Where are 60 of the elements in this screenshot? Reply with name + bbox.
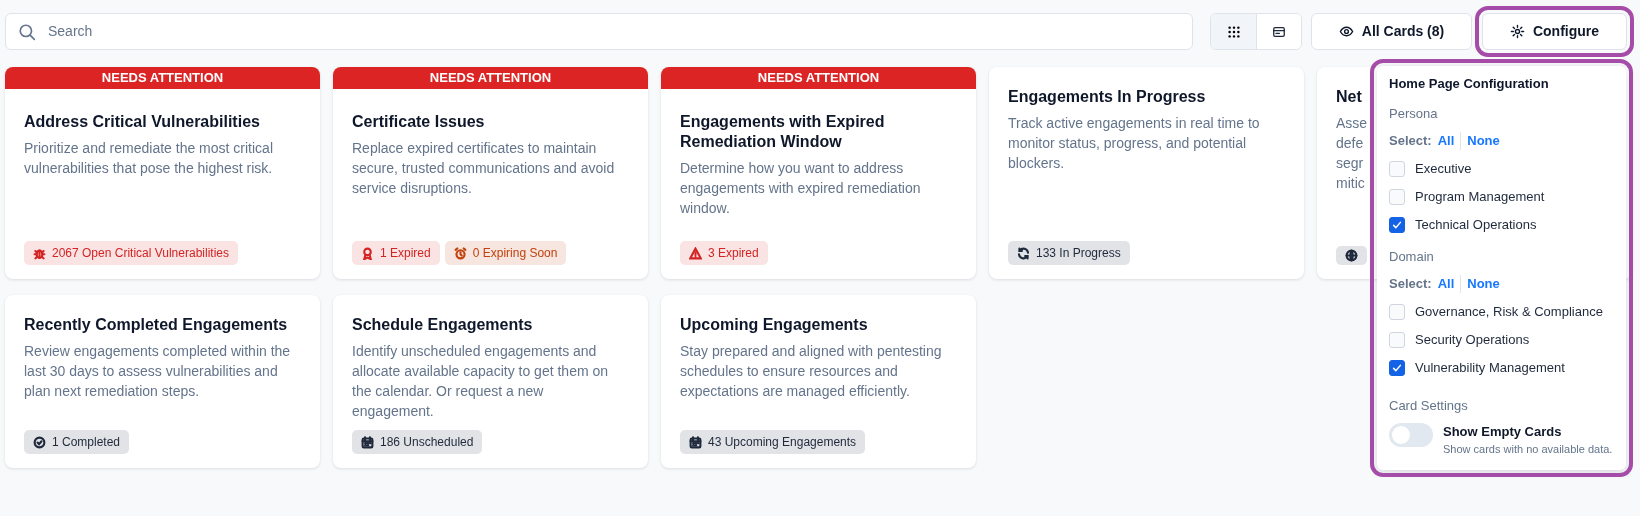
toggle-hint: Show cards with no available data. xyxy=(1443,442,1613,457)
card-description: Review engagements completed within the last 30 days to assess vulnerabilities and plan next remediation steps. xyxy=(24,342,292,401)
status-badge: 3 Expired xyxy=(680,241,768,265)
toggle-switch[interactable] xyxy=(1389,423,1433,447)
checkbox[interactable] xyxy=(1389,359,1405,376)
card-icon xyxy=(1272,24,1286,39)
card-description: Track active engagements in real time to monitor status, progress, and potential blockers. xyxy=(1008,114,1261,173)
checkbox-label: Program Management xyxy=(1415,187,1545,206)
checkbox-label: Executive xyxy=(1415,159,1472,178)
card-title: Engagements In Progress xyxy=(1008,87,1207,107)
status-badge: 43 Upcoming Engagements xyxy=(680,430,866,454)
section-heading: Domain xyxy=(1389,247,1435,266)
search-input[interactable]: Search xyxy=(46,20,1180,43)
select-label: Select: xyxy=(1389,132,1432,150)
select-all-link[interactable]: All xyxy=(1431,274,1461,294)
status-badge: 186 Unscheduled xyxy=(352,430,483,454)
card-title: Certificate Issues xyxy=(352,112,486,132)
all-cards-button[interactable]: All Cards (8) xyxy=(1311,13,1472,50)
card-description: Determine how you want to address engagements with expired remediation window. xyxy=(680,159,922,218)
select-none-link[interactable]: None xyxy=(1461,274,1506,294)
checkbox-label: Vulnerability Management xyxy=(1415,358,1565,377)
description-fragment: mitic xyxy=(1336,174,1365,193)
card-description: Identify unscheduled engagements and allocate available capacity to get them on the calendar. Or request a new engagement. xyxy=(352,342,610,421)
checkbox-label: Security Operations xyxy=(1415,330,1530,349)
description-fragment: defe xyxy=(1336,134,1364,153)
card-description: Prioritize and remediate the most critical vulnerabilities that pose the highest risk. xyxy=(24,139,274,178)
view-toggle-button[interactable] xyxy=(1256,14,1301,49)
select-label: Select: xyxy=(1389,275,1432,293)
card-title: Upcoming Engagements xyxy=(680,315,869,335)
section-heading: Persona xyxy=(1389,104,1439,123)
status-badge: 0 Expiring Soon xyxy=(444,241,567,265)
select-all-link[interactable]: All xyxy=(1431,131,1461,151)
view-toggle-button[interactable] xyxy=(1211,14,1256,49)
dropdown-title: Home Page Configuration xyxy=(1389,75,1550,93)
card-description: Replace expired certificates to maintain secure, trusted communications and avoid service disruptions. xyxy=(352,139,616,198)
description-fragment: Asse xyxy=(1336,114,1368,133)
attention-banner: NEEDS ATTENTION xyxy=(661,67,976,89)
section-heading: Card Settings xyxy=(1389,396,1469,415)
toggle-label: Show Empty Cards xyxy=(1443,423,1563,441)
eye-icon xyxy=(1338,24,1354,39)
status-badge: 1 Completed xyxy=(24,430,130,454)
card-description: Stay prepared and aligned with pentesting schedules to ensure resources and expectations are managed efficiently. xyxy=(680,342,943,401)
card-title: Schedule Engagements xyxy=(352,315,534,335)
description-fragment: segr xyxy=(1336,154,1364,173)
card-title: Address Critical Vulnerabilities xyxy=(24,112,261,132)
checkbox-label: Governance, Risk & Compliance xyxy=(1415,302,1603,321)
card-title: Net xyxy=(1336,87,1363,107)
card-title: Recently Completed Engagements xyxy=(24,315,289,335)
attention-banner: NEEDS ATTENTION xyxy=(333,67,648,89)
status-badge: 1 Expired xyxy=(352,241,440,265)
select-none-link[interactable]: None xyxy=(1461,131,1506,151)
attention-banner: NEEDS ATTENTION xyxy=(5,67,320,89)
checkbox-label: Technical Operations xyxy=(1415,215,1537,234)
grid-icon xyxy=(1226,24,1241,39)
search-icon xyxy=(18,22,36,41)
search-field[interactable]: Search xyxy=(5,13,1193,50)
card-title: Engagements with Expired Remediation Window xyxy=(680,112,886,152)
status-badge: 133 In Progress xyxy=(1008,241,1130,265)
status-badge: 2067 Open Critical Vulnerabilities xyxy=(24,241,238,265)
checkbox[interactable] xyxy=(1389,216,1405,233)
